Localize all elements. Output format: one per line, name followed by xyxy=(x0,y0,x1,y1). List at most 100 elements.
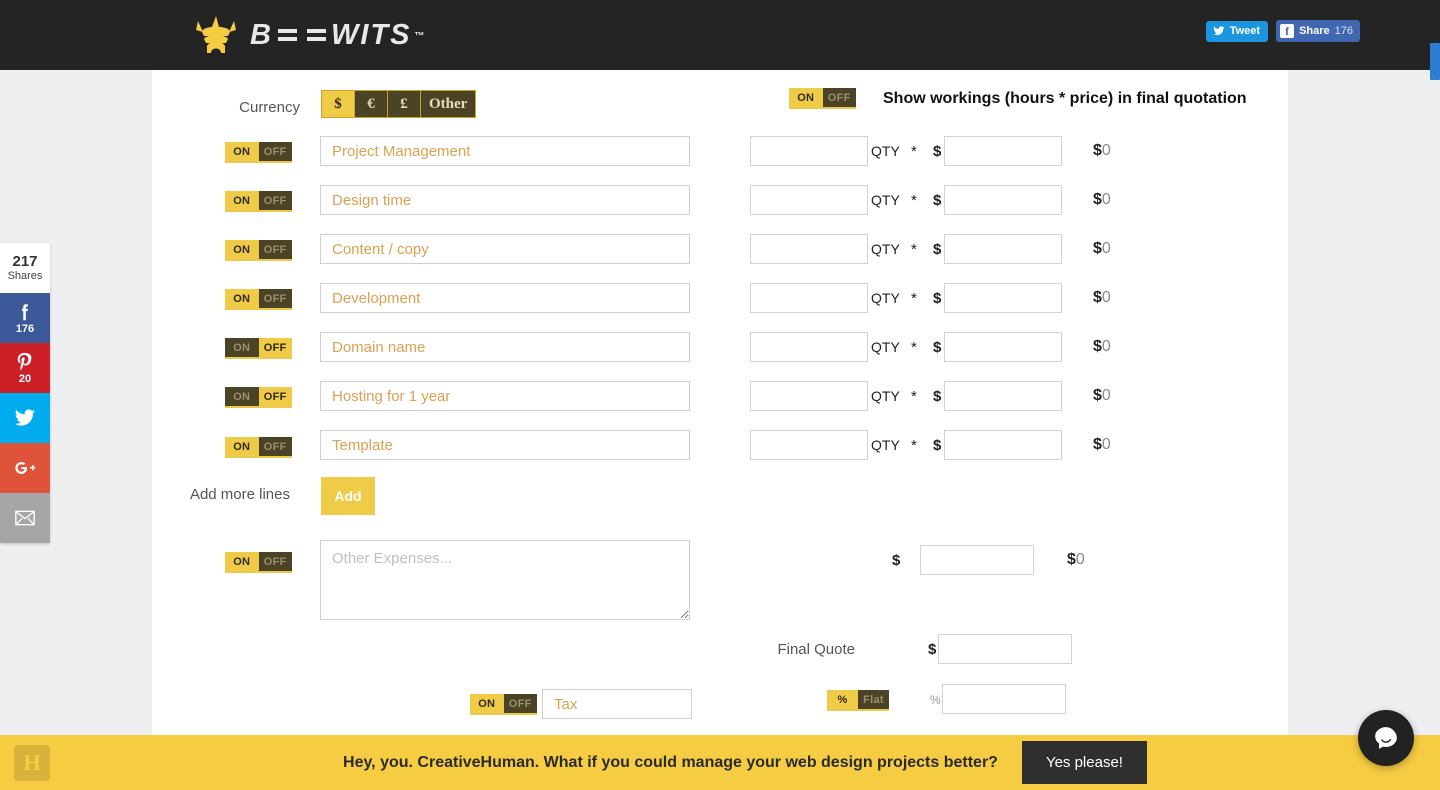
show-workings-text: Show workings (hours * price) in final q… xyxy=(883,90,1247,108)
currency-option-gbp[interactable]: £ xyxy=(388,91,421,117)
final-quote-input[interactable] xyxy=(938,634,1072,664)
toggle-off-label[interactable]: OFF xyxy=(259,387,293,406)
other-expenses-amount[interactable] xyxy=(920,545,1034,575)
line-item-toggle-4[interactable]: ON OFF xyxy=(225,289,292,310)
total-prefix-4: $ xyxy=(1093,289,1102,306)
currency-symbol-3: $ xyxy=(933,241,941,258)
line-item-total-3: $0 xyxy=(1093,240,1111,258)
qty-label-5: QTY xyxy=(871,339,900,355)
line-item-name-7[interactable] xyxy=(320,430,690,460)
show-workings-toggle[interactable]: ON OFF xyxy=(789,88,856,109)
line-item-toggle-6[interactable]: ON OFF xyxy=(225,387,292,408)
site-logo[interactable]: B WITS ™ xyxy=(192,16,426,54)
other-expenses-textarea[interactable] xyxy=(320,540,690,620)
total-value-4: 0 xyxy=(1102,289,1111,306)
toggle-off-label[interactable]: OFF xyxy=(259,338,293,357)
line-item-name-5[interactable] xyxy=(320,332,690,362)
toggle-on-label[interactable]: ON xyxy=(225,289,259,308)
tax-toggle[interactable]: ON OFF xyxy=(470,694,537,715)
line-item-price-4[interactable] xyxy=(944,283,1062,313)
toggle-on-label[interactable]: ON xyxy=(225,437,259,456)
intercom-chat-launcher[interactable] xyxy=(1358,710,1414,766)
rail-facebook-button[interactable]: 176 xyxy=(0,293,50,343)
tax-mode-flat-label[interactable]: Flat xyxy=(858,690,889,709)
toggle-off-label[interactable]: OFF xyxy=(259,142,293,161)
toggle-off-label[interactable]: OFF xyxy=(504,694,538,713)
line-item-qty-3[interactable] xyxy=(750,234,868,264)
facebook-share-button[interactable]: f Share 176 xyxy=(1276,20,1360,42)
promo-banner-cta-button[interactable]: Yes please! xyxy=(1022,741,1147,784)
line-item-price-5[interactable] xyxy=(944,332,1062,362)
tax-mode-percent-label[interactable]: % xyxy=(827,690,858,709)
line-item-qty-2[interactable] xyxy=(750,185,868,215)
total-value-5: 0 xyxy=(1102,338,1111,355)
toggle-off-label[interactable]: OFF xyxy=(259,289,293,308)
currency-symbol-2: $ xyxy=(933,192,941,209)
currency-symbol-6: $ xyxy=(933,388,941,405)
line-item-name-2[interactable] xyxy=(320,185,690,215)
toggle-off-label[interactable]: OFF xyxy=(259,437,293,456)
share-total-counter: 217 Shares xyxy=(0,243,50,293)
total-value-6: 0 xyxy=(1102,387,1111,404)
toggle-on-label[interactable]: ON xyxy=(225,387,259,406)
line-item-qty-7[interactable] xyxy=(750,430,868,460)
add-line-button[interactable]: Add xyxy=(321,477,375,515)
page-scrollbar-thumb[interactable] xyxy=(1430,43,1440,80)
toggle-on-label[interactable]: ON xyxy=(225,142,259,161)
line-item-qty-6[interactable] xyxy=(750,381,868,411)
share-total-label: Shares xyxy=(8,270,43,282)
promo-banner-content: Hey, you. CreativeHuman. What if you cou… xyxy=(50,741,1440,784)
line-item-price-7[interactable] xyxy=(944,430,1062,460)
rail-googleplus-button[interactable] xyxy=(0,443,50,493)
tax-name-input[interactable] xyxy=(542,689,692,719)
toggle-on-label[interactable]: ON xyxy=(225,240,259,259)
equals-glyph-1 xyxy=(278,29,297,41)
promo-banner-message: Hey, you. CreativeHuman. What if you cou… xyxy=(343,754,998,772)
other-expenses-toggle[interactable]: ON OFF xyxy=(225,552,292,573)
line-item-qty-4[interactable] xyxy=(750,283,868,313)
rail-email-button[interactable] xyxy=(0,493,50,543)
line-item-price-6[interactable] xyxy=(944,381,1062,411)
currency-selector[interactable]: $ € £ Other xyxy=(321,90,476,118)
currency-option-other[interactable]: Other xyxy=(421,91,475,117)
toggle-off-label[interactable]: OFF xyxy=(259,191,293,210)
show-workings-off-label[interactable]: OFF xyxy=(823,88,857,107)
line-item-name-6[interactable] xyxy=(320,381,690,411)
line-item-toggle-2[interactable]: ON OFF xyxy=(225,191,292,212)
toggle-on-label[interactable]: ON xyxy=(470,694,504,713)
currency-option-eur[interactable]: € xyxy=(355,91,388,117)
line-item-toggle-1[interactable]: ON OFF xyxy=(225,142,292,163)
brand-letters-wits: WITS xyxy=(331,21,412,50)
show-workings-on-label[interactable]: ON xyxy=(789,88,823,107)
line-item-qty-5[interactable] xyxy=(750,332,868,362)
tax-mode-toggle[interactable]: % Flat xyxy=(827,690,889,711)
line-item-qty-1[interactable] xyxy=(750,136,868,166)
line-item-price-1[interactable] xyxy=(944,136,1062,166)
rail-pinterest-button[interactable]: 20 xyxy=(0,343,50,393)
line-item-name-1[interactable] xyxy=(320,136,690,166)
line-item-total-7: $0 xyxy=(1093,436,1111,454)
currency-label: Currency xyxy=(190,98,300,118)
line-item-price-3[interactable] xyxy=(944,234,1062,264)
toggle-on-label[interactable]: ON xyxy=(225,552,259,571)
tax-rate-input[interactable] xyxy=(942,684,1066,714)
toggle-on-label[interactable]: ON xyxy=(225,338,259,357)
toggle-on-label[interactable]: ON xyxy=(225,191,259,210)
facebook-icon: f xyxy=(1280,24,1294,38)
toggle-off-label[interactable]: OFF xyxy=(259,552,293,571)
tweet-button-label: Tweet xyxy=(1230,25,1260,37)
line-item-toggle-7[interactable]: ON OFF xyxy=(225,437,292,458)
chat-bubble-icon xyxy=(1373,725,1399,751)
rail-twitter-button[interactable] xyxy=(0,393,50,443)
line-item-price-2[interactable] xyxy=(944,185,1062,215)
other-expenses-total: $0 xyxy=(1067,551,1085,569)
line-item-toggle-3[interactable]: ON OFF xyxy=(225,240,292,261)
line-item-name-4[interactable] xyxy=(320,283,690,313)
line-item-name-3[interactable] xyxy=(320,234,690,264)
line-item-toggle-5[interactable]: ON OFF xyxy=(225,338,292,359)
toggle-off-label[interactable]: OFF xyxy=(259,240,293,259)
rail-facebook-count: 176 xyxy=(16,324,34,335)
twitter-tweet-button[interactable]: Tweet xyxy=(1206,21,1268,42)
currency-option-usd[interactable]: $ xyxy=(322,91,355,117)
final-quote-label: Final Quote xyxy=(740,641,855,658)
